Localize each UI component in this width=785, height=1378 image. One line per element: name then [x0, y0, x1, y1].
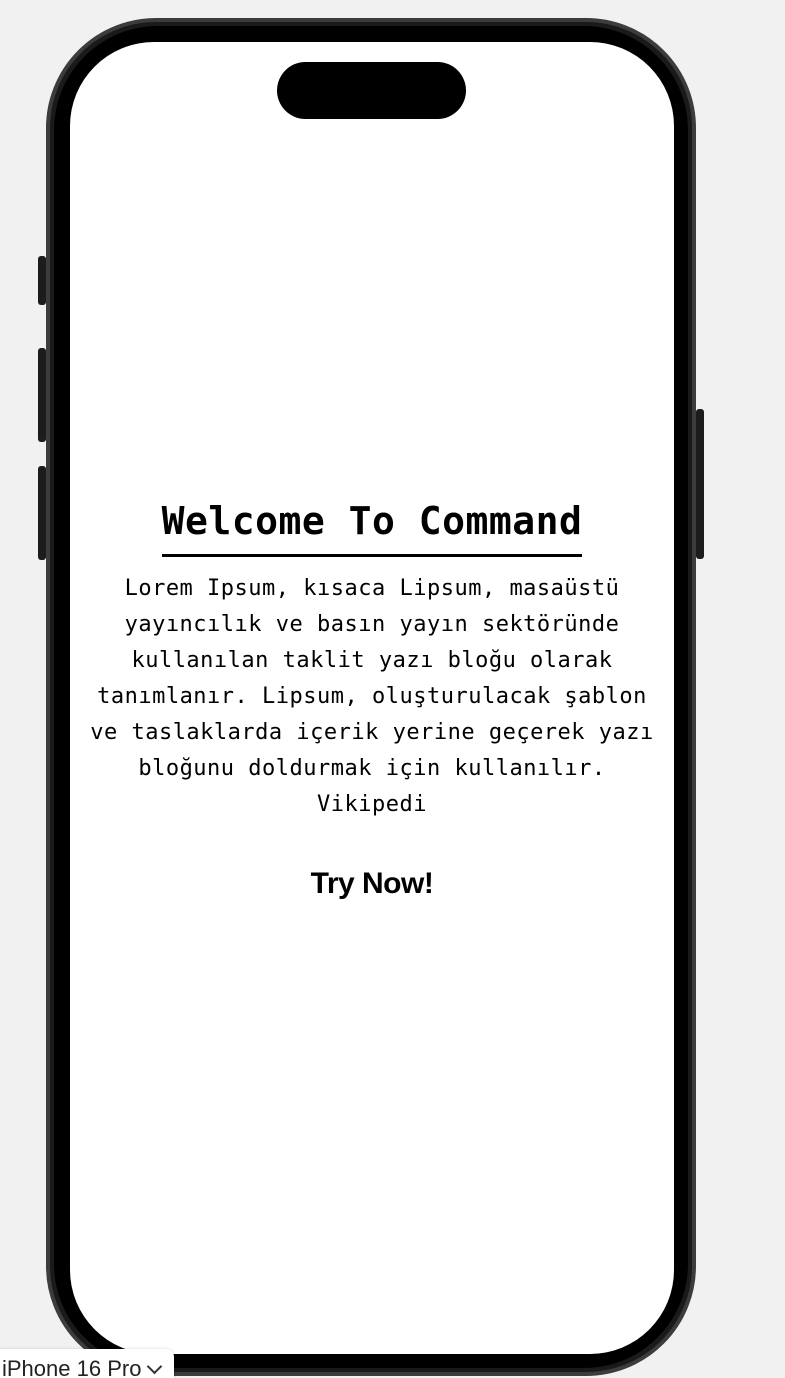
preview-canvas: Welcome To Command Lorem Ipsum, kısaca L… [0, 0, 785, 1378]
try-now-button[interactable]: Try Now! [311, 867, 434, 901]
device-screen: Welcome To Command Lorem Ipsum, kısaca L… [70, 42, 674, 1354]
device-picker-label: iPhone 16 Pro [2, 1356, 142, 1378]
chevron-down-icon [147, 1358, 163, 1374]
action-button [38, 256, 46, 305]
page-title: Welcome To Command [161, 502, 583, 557]
device-picker[interactable]: iPhone 16 Pro [0, 1349, 175, 1378]
volume-up-button [38, 348, 46, 442]
welcome-section: Welcome To Command Lorem Ipsum, kısaca L… [70, 502, 674, 901]
dynamic-island [277, 62, 466, 119]
power-button [696, 409, 704, 559]
description-text: Lorem Ipsum, kısaca Lipsum, masaüstü yay… [90, 576, 654, 817]
volume-down-button [38, 466, 46, 560]
